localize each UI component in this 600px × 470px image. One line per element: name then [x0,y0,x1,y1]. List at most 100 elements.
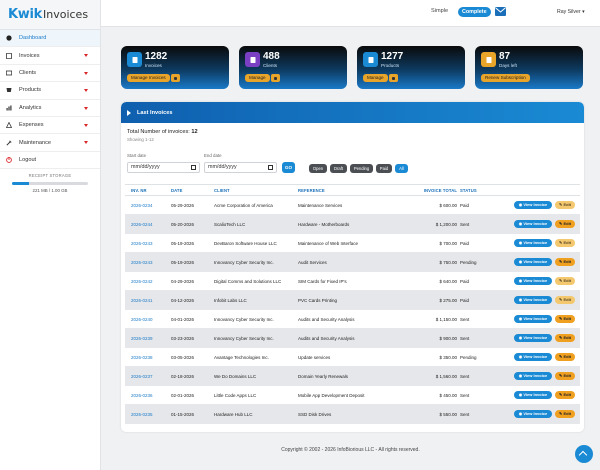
mode-complete-toggle[interactable]: Complete [458,7,491,17]
sidebar-item-logout[interactable]: Logout [0,152,100,170]
invoice-number-link[interactable]: 2026-0239 [131,336,153,341]
edit-invoice-button[interactable]: ✎ Edit [555,410,575,418]
view-invoice-button[interactable]: ◉ View Invoice [514,258,552,266]
sidebar-item-analytics[interactable]: Analytics [0,100,100,117]
view-invoice-button[interactable]: ◉ View Invoice [514,201,552,209]
invoice-status: Sent [460,374,470,379]
invoice-date: 02-18-2026 [171,374,195,379]
user-menu[interactable]: Ray Silver ▾ [557,9,585,15]
filter-all-button[interactable]: All [395,164,408,173]
sidebar-item-products[interactable]: Products [0,82,100,100]
view-invoice-button[interactable]: ◉ View Invoice [514,296,552,304]
sidebar-item-label: Products [19,87,42,94]
sidebar-item-clients[interactable]: Clients [0,65,100,83]
stat-card-button[interactable]: Renew Subscription [481,74,530,82]
view-invoice-button[interactable]: ◉ View Invoice [514,315,552,323]
stat-card-button[interactable]: Manage [363,74,388,82]
logo[interactable]: Kwik Invoices [0,0,100,30]
stat-card-button[interactable]: Manage Invoices [127,74,170,82]
invoice-number-link[interactable]: 2026-0241 [131,298,153,303]
last-invoices-panel: Last Invoices Total Number of invoices: … [121,102,584,432]
table-row: 2026-0235 01-15-2026 Hardware Hub LLC SSD D… [125,405,580,424]
view-invoice-button[interactable]: ◉ View Invoice [514,372,552,380]
invoice-number-link[interactable]: 2026-0238 [131,355,153,360]
invoice-date: 04-12-2026 [171,298,195,303]
view-invoice-label: View Invoice [523,297,548,302]
invoice-number-link[interactable]: 2026-0243 [131,241,153,246]
stat-count: 87 [499,51,511,62]
edit-invoice-button[interactable]: ✎ Edit [555,353,575,361]
storage-bar-fill [12,182,29,185]
view-invoice-button[interactable]: ◉ View Invoice [514,220,552,228]
view-invoice-label: View Invoice [523,335,548,340]
sidebar-item-dashboard[interactable]: Dashboard [0,30,100,48]
edit-label: Edit [563,297,572,302]
panel-header[interactable]: Last Invoices [121,102,584,123]
client-name: Little Code Apps LLC [214,393,257,398]
calendar-icon[interactable] [268,165,273,170]
sidebar-item-label: Maintenance [19,139,52,146]
end-date-input[interactable]: mm/dd/yyyy [204,162,277,173]
invoice-number-link[interactable]: 2026-0242 [131,279,153,284]
sidebar-item-invoices[interactable]: Invoices [0,47,100,65]
view-invoice-label: View Invoice [523,392,548,397]
mail-icon[interactable] [495,7,506,16]
edit-invoice-button[interactable]: ✎ Edit [555,258,575,266]
filter-pending-button[interactable]: Pending [350,164,373,173]
start-date-input[interactable]: mm/dd/yyyy [127,162,200,173]
invoice-total: $ 900.00 [439,336,457,341]
sidebar-item-expenses[interactable]: Expenses [0,117,100,135]
client-name: Innovancy Cyber Security Inc. [214,336,274,341]
invoice-total: $ 450.00 [439,393,457,398]
expenses-icon [6,122,12,129]
total-value: 12 [191,129,198,135]
column-header: DATE [171,188,183,193]
invoice-status: Paid [460,279,470,284]
invoice-number-link[interactable]: 2026-0244 [131,222,153,227]
scroll-to-top-button[interactable] [575,445,593,463]
edit-label: Edit [563,354,572,359]
edit-invoice-button[interactable]: ✎ Edit [555,372,575,380]
column-header: INVOICE TOTAL [423,188,457,193]
add-icon[interactable] [171,74,180,82]
view-invoice-button[interactable]: ◉ View Invoice [514,334,552,342]
invoice-number-link[interactable]: 2026-0236 [131,393,153,398]
edit-invoice-button[interactable]: ✎ Edit [555,220,575,228]
view-invoice-label: View Invoice [523,240,548,245]
invoice-status: Sent [460,393,470,398]
column-header: CLIENT [214,188,230,193]
invoice-number-link[interactable]: 2026-0235 [131,412,153,417]
go-button[interactable]: GO [282,162,295,173]
filter-paid-button[interactable]: Paid [376,164,392,173]
filter-draft-button[interactable]: Draft [330,164,347,173]
table-row: 2026-0234 05-29-2026 Acme Corporation of A… [125,196,580,215]
edit-invoice-button[interactable]: ✎ Edit [555,391,575,399]
stat-card-button[interactable]: Manage [245,74,270,82]
view-invoice-label: View Invoice [523,259,548,264]
invoice-number-link[interactable]: 2026-0234 [131,203,153,208]
add-icon[interactable] [271,74,280,82]
view-invoice-button[interactable]: ◉ View Invoice [514,277,552,285]
invoice-status: Pending [460,355,477,360]
edit-label: Edit [563,335,572,340]
mode-simple-toggle[interactable]: Simple [431,8,448,14]
chevron-down-icon [84,54,88,58]
view-invoice-button[interactable]: ◉ View Invoice [514,353,552,361]
calendar-icon[interactable] [191,165,196,170]
invoice-number-link[interactable]: 2026-0237 [131,374,153,379]
stat-label: Clients [263,63,278,68]
invoice-number-link[interactable]: 2026-0240 [131,317,153,322]
stat-card-products: 1277 Products Manage [357,46,465,89]
view-invoice-button[interactable]: ◉ View Invoice [514,239,552,247]
view-invoice-button[interactable]: ◉ View Invoice [514,391,552,399]
view-invoice-button[interactable]: ◉ View Invoice [514,410,552,418]
add-icon[interactable] [389,74,398,82]
edit-invoice-button[interactable]: ✎ Edit [555,315,575,323]
invoice-number-link[interactable]: 2026-0243 [131,260,153,265]
filter-open-button[interactable]: Open [309,164,327,173]
edit-invoice-button[interactable]: ✎ Edit [555,334,575,342]
invoice-date: 05-29-2026 [171,203,195,208]
client-name: Acme Corporation of America [214,203,273,208]
products-icon [6,88,12,93]
sidebar-item-maintenance[interactable]: Maintenance [0,134,100,152]
